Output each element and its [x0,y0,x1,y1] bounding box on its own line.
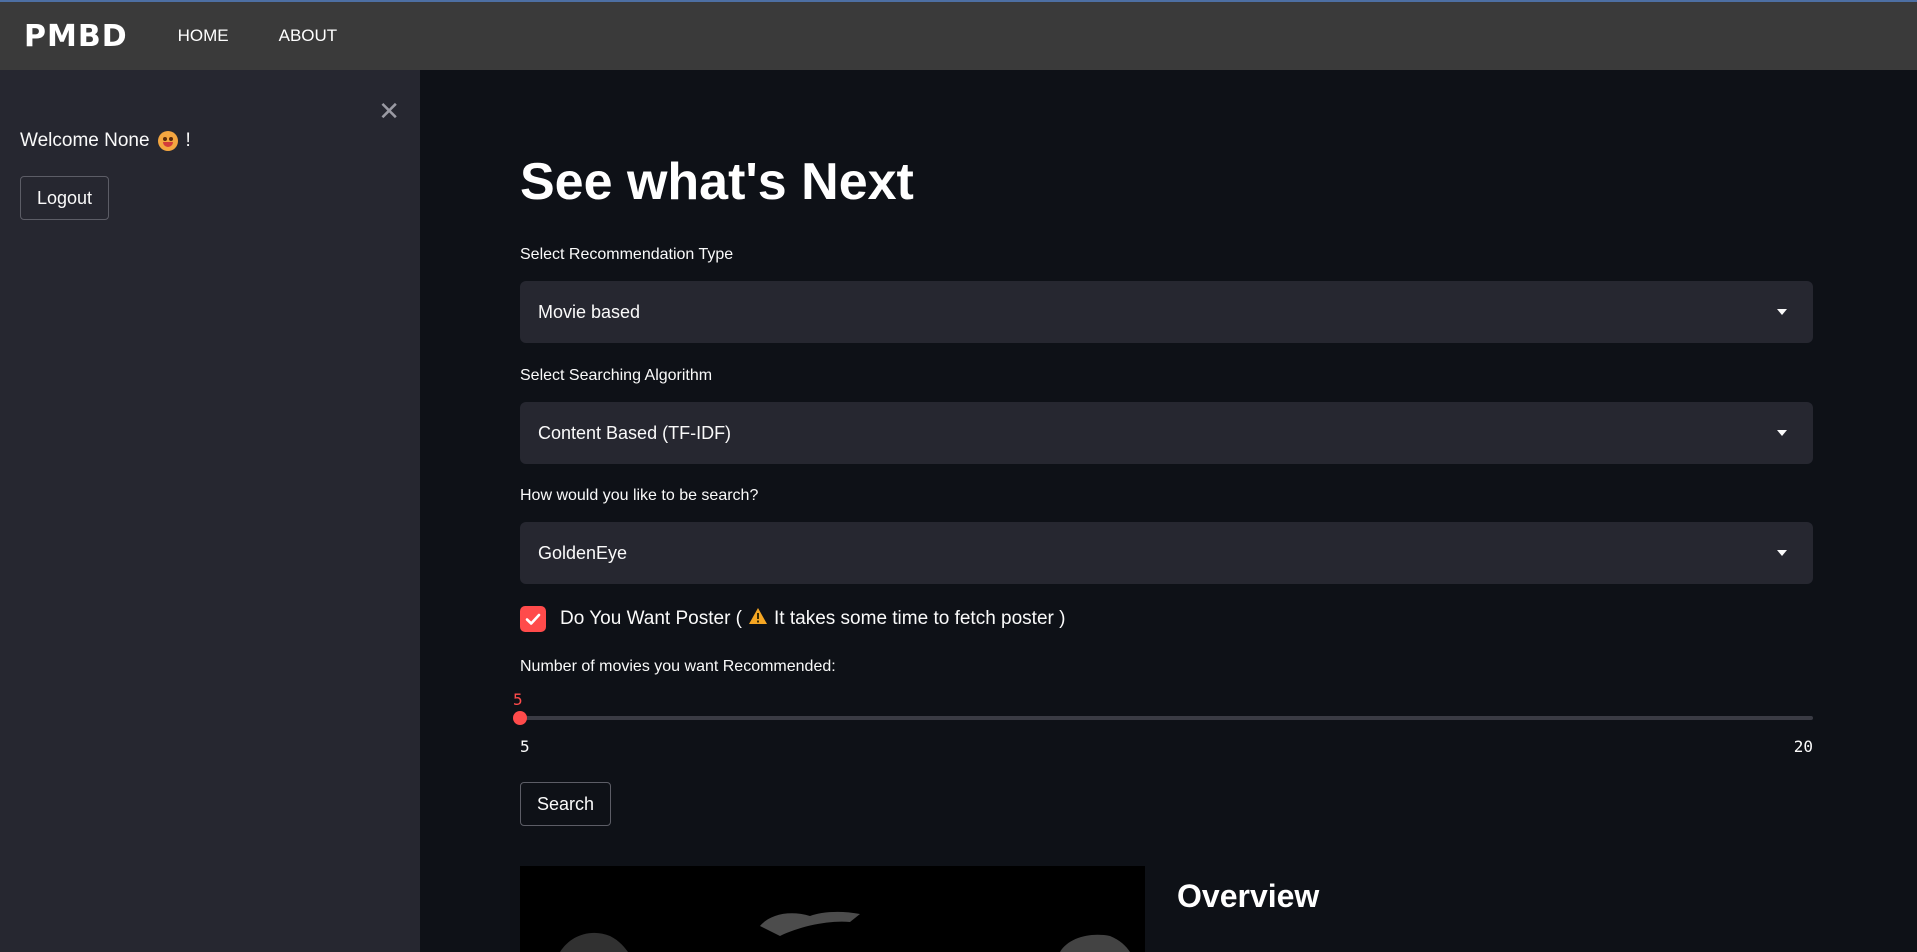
movie-select[interactable]: GoldenEye [520,522,1813,584]
cowboy-face-icon [157,131,178,151]
welcome-exclamation: ! [185,130,191,151]
chevron-down-icon [1777,309,1787,315]
poster-checkbox-label: Do You Want Poster ( It takes some time … [560,607,1065,631]
poster-image [520,866,1145,952]
nav-about-link[interactable]: ABOUT [279,26,338,46]
checkmark-icon [525,613,541,625]
poster-label-prefix: Do You Want Poster ( [560,608,743,629]
slider-current-value: 5 [513,690,523,709]
movie-select-value: GoldenEye [538,542,628,563]
slider-thumb[interactable] [513,711,527,725]
close-icon[interactable]: ✕ [378,98,400,124]
welcome-text: Welcome None [20,130,150,151]
warning-icon [748,607,768,631]
recommendation-type-select[interactable]: Movie based [520,281,1813,343]
logout-button[interactable]: Logout [20,176,110,220]
algorithm-label: Select Searching Algorithm [520,367,713,384]
top-navbar: PMBD HOME ABOUT [0,0,1917,70]
welcome-message: Welcome None ! [20,130,191,152]
overview-heading: Overview [1177,878,1320,914]
search-mode-label: How would you like to be search? [520,487,759,504]
chevron-down-icon [1777,550,1787,556]
poster-checkbox-row: Do You Want Poster ( It takes some time … [520,606,1065,632]
algorithm-select[interactable]: Content Based (TF-IDF) [520,402,1813,464]
poster-checkbox[interactable] [520,606,546,632]
poster-label-suffix: It takes some time to fetch poster ) [774,608,1066,629]
slider-label: Number of movies you want Recommended: [520,658,836,675]
search-button[interactable]: Search [520,782,612,826]
recommendation-type-label: Select Recommendation Type [520,246,734,263]
main-content: See what's Next Select Recommendation Ty… [420,70,1917,952]
slider-min-label: 5 [520,737,530,756]
nav-home-link[interactable]: HOME [178,26,229,46]
brand-logo[interactable]: PMBD [24,19,128,54]
movie-poster [520,866,1145,952]
algorithm-value: Content Based (TF-IDF) [538,422,732,443]
sidebar: ✕ Welcome None ! Logout [0,70,420,952]
recommendation-type-value: Movie based [538,301,641,322]
chevron-down-icon [1777,430,1787,436]
page-title: See what's Next [520,153,914,211]
slider-max-label: 20 [1793,737,1813,756]
slider-track[interactable] [520,716,1813,720]
